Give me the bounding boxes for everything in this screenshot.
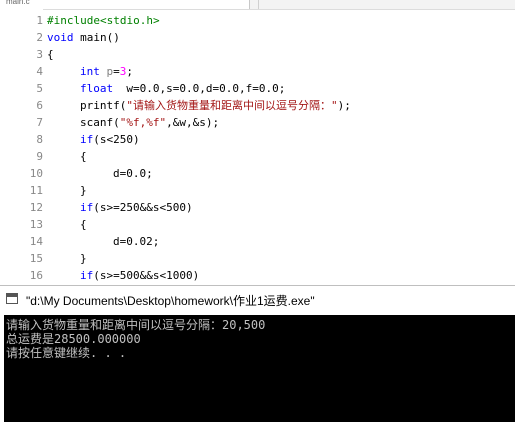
console-window[interactable]: "d:\My Documents\Desktop\homework\作业1运费.… [0,285,515,422]
code-text: { [47,48,54,61]
code-text: } [80,184,87,197]
line-number: 3 [36,48,43,61]
code-line: d=0.0; [113,165,153,182]
code-line: } [80,182,87,199]
console-output-line: 请输入货物重量和距离中间以逗号分隔：20,500 [6,318,266,332]
code-line: printf("请输入货物重量和距离中间以逗号分隔："); [80,97,351,114]
code-line: int p=3; [80,63,133,80]
keyword: float [80,82,114,95]
string-literal: "%f,%f" [119,116,167,129]
code-text: } [80,252,87,265]
keyword: int [80,65,100,78]
function-call: scanf( [80,116,120,129]
code-line: { [47,46,54,63]
line-number: 16 [29,269,43,282]
console-title: "d:\My Documents\Desktop\homework\作业1运费.… [26,294,315,308]
code-text: { [80,218,87,231]
code-text: { [80,150,87,163]
code-text: (s<250) [93,133,140,146]
tab-separator [258,0,259,9]
code-line: #include<stdio.h> [47,12,160,29]
code-line: if(s<250) [80,131,140,148]
line-number: 12 [29,201,43,214]
line-number: 7 [36,116,43,129]
line-number: 1 [36,14,43,27]
console-output-line: 总运费是28500.000000 [6,332,141,346]
code-text: ); [337,99,351,112]
code-line: scanf("%f,%f",&w,&s); [80,114,219,131]
code-text: ,&w,&s); [166,116,220,129]
code-line: if(s>=250&&s<500) [80,199,193,216]
line-number: 4 [36,65,43,78]
line-number: 8 [36,133,43,146]
code-text: ; [126,65,133,78]
preprocessor-directive: #include<stdio.h> [47,14,160,27]
code-editor[interactable]: main.c 1 2 3 4 5 6 7 8 9 10 11 12 13 14 … [0,0,515,285]
editor-tab-bar: main.c [0,0,515,10]
function-call: printf( [80,99,127,112]
code-text: (s>=500&&s<1000) [93,269,200,282]
line-number-gutter: 1 2 3 4 5 6 7 8 9 10 11 12 13 14 15 16 [0,9,43,285]
line-number: 15 [29,252,43,265]
code-line: } [80,250,87,267]
keyword: if [80,269,94,282]
code-text: d=0.0; [113,167,153,180]
line-number: 11 [29,184,43,197]
code-line: d=0.02; [113,233,159,250]
line-number: 10 [29,167,43,180]
console-output-line: 请按任意键继续. . . [6,346,127,360]
code-text: main() [73,31,120,44]
code-text: d=0.02; [113,235,160,248]
code-line: { [80,148,87,165]
console-title-bar[interactable]: "d:\My Documents\Desktop\homework\作业1运费.… [0,286,515,314]
keyword: if [80,133,94,146]
code-line: void main() [47,29,120,46]
code-text: = [113,65,120,78]
string-literal: "请输入货物重量和距离中间以逗号分隔：" [126,99,338,112]
editor-tab[interactable]: main.c [0,0,250,9]
code-line: { [80,216,87,233]
code-line: float w=0.0,s=0.0,d=0.0,f=0.0; [80,80,285,97]
line-number: 9 [36,150,43,163]
console-output-area[interactable]: 请输入货物重量和距离中间以逗号分隔：20,500 总运费是28500.00000… [4,315,515,422]
line-number: 2 [36,31,43,44]
code-text: w=0.0,s=0.0,d=0.0,f=0.0; [113,82,286,95]
code-text: (s>=250&&s<500) [93,201,193,214]
console-window-icon [6,293,18,304]
line-number: 5 [36,82,43,95]
line-number: 13 [29,218,43,231]
line-number: 14 [29,235,43,248]
keyword: if [80,201,94,214]
keyword: void [47,31,74,44]
line-number: 6 [36,99,43,112]
code-line: if(s>=500&&s<1000) [80,267,199,284]
